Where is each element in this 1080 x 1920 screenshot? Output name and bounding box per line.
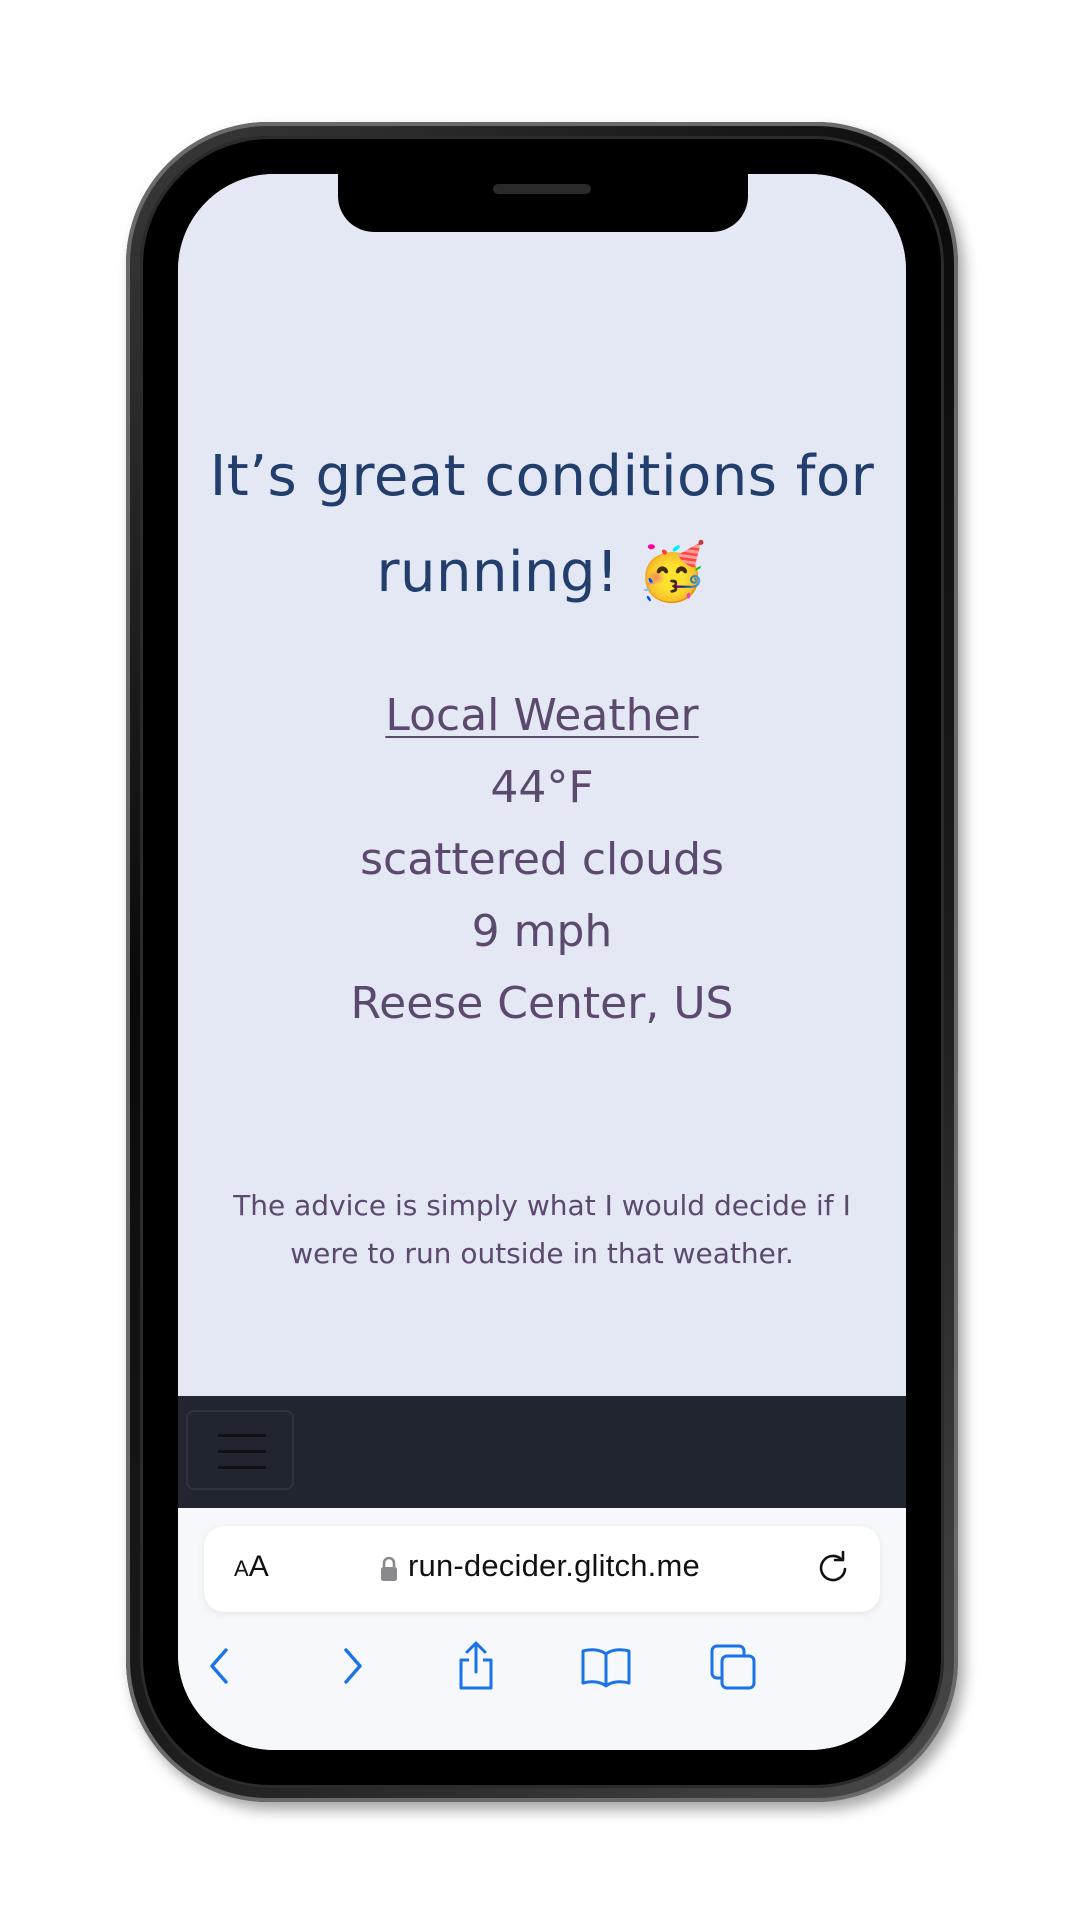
safari-browser-chrome: AA run-decider.glitch.me	[178, 1508, 906, 1750]
menu-toggle-button[interactable]	[186, 1410, 294, 1490]
text-size-button[interactable]: AA	[234, 1550, 269, 1584]
address-bar[interactable]: AA run-decider.glitch.me	[204, 1526, 880, 1612]
local-weather-link[interactable]: Local Weather	[385, 690, 698, 741]
hamburger-icon	[218, 1434, 266, 1437]
text-size-small-a: A	[234, 1556, 249, 1581]
browser-toolbar	[178, 1636, 906, 1716]
site-navbar	[178, 1396, 906, 1508]
chevron-right-icon	[344, 1648, 362, 1684]
hamburger-icon-line	[218, 1450, 266, 1453]
lock-icon	[381, 1556, 397, 1581]
url-text[interactable]: run-decider.glitch.me	[408, 1548, 700, 1584]
headline-text: It’s great conditions for running!	[209, 444, 875, 605]
screenshot-stage: It’s great conditions for running! 🥳 Loc…	[0, 0, 1080, 1920]
phone-screen: It’s great conditions for running! 🥳 Loc…	[178, 174, 906, 1750]
earpiece-speaker	[493, 184, 591, 194]
phone-notch	[338, 174, 748, 232]
chevron-left-icon	[210, 1648, 228, 1684]
partying-face-emoji: 🥳	[637, 540, 708, 605]
weather-summary: Local Weather 44°F scattered clouds 9 mp…	[178, 680, 906, 1040]
forward-button[interactable]	[320, 1636, 380, 1696]
share-button[interactable]	[446, 1636, 506, 1696]
share-icon	[459, 1641, 493, 1690]
wind-speed-value: 9 mph	[471, 906, 613, 957]
reload-icon[interactable]	[814, 1550, 852, 1588]
phone-frame: It’s great conditions for running! 🥳 Loc…	[126, 122, 958, 1802]
advice-disclaimer: The advice is simply what I would decide…	[233, 1189, 851, 1270]
page-headline: It’s great conditions for running! 🥳	[198, 429, 886, 621]
web-page: It’s great conditions for running! 🥳 Loc…	[178, 174, 906, 1396]
hamburger-icon-line	[218, 1466, 266, 1469]
conditions-value: scattered clouds	[360, 834, 724, 885]
location-value: Reese Center, US	[350, 978, 734, 1029]
tabs-icon	[710, 1644, 756, 1690]
tabs-button[interactable]	[704, 1636, 764, 1696]
temperature-value: 44°F	[490, 762, 594, 813]
text-size-big-a: A	[248, 1550, 269, 1583]
book-icon	[581, 1648, 631, 1688]
back-button[interactable]	[192, 1636, 252, 1696]
bookmarks-button[interactable]	[576, 1636, 636, 1696]
